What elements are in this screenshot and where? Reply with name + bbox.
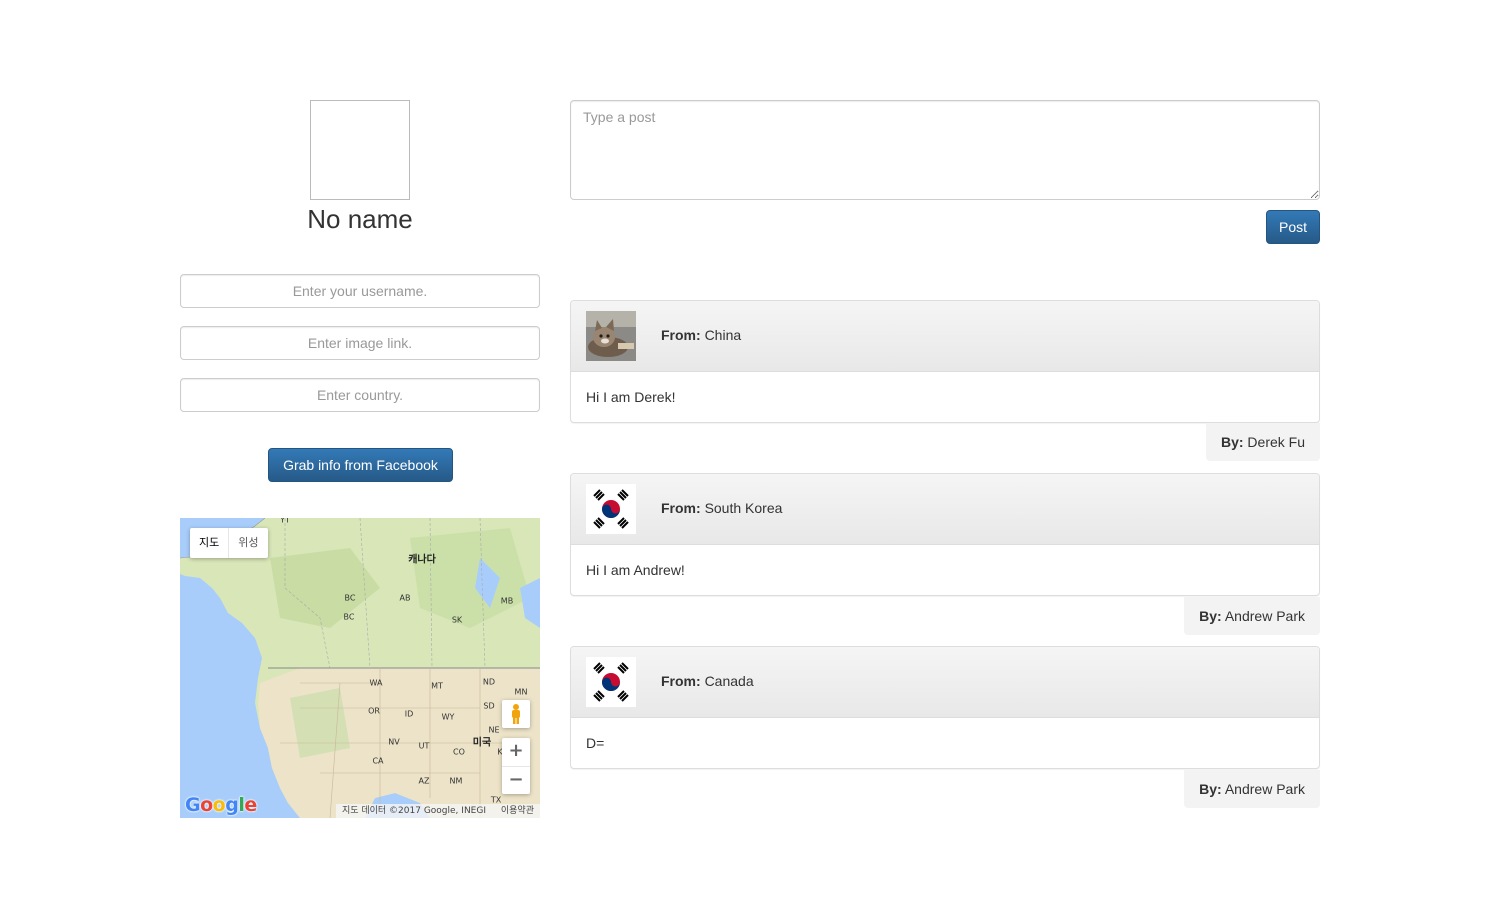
post-from: From: Canada [661,673,754,689]
post-heading: From: Canada [571,647,1319,718]
post-author: By: Derek Fu [1205,423,1320,461]
post-textarea[interactable] [570,100,1320,200]
username-input[interactable] [180,274,540,308]
google-logo: Google [185,794,257,816]
map-label-ut: UT [418,741,430,751]
profile-avatar [310,100,410,200]
post-from: From: South Korea [661,500,783,516]
map-label-co: CO [453,747,465,757]
map-label-nd: ND [482,677,496,687]
map-type-map[interactable]: 지도 [190,528,228,558]
map-terrain [180,518,540,818]
map[interactable]: 지도 위성 YT 캐나다 BC AB MB BC SK WA MT ND MN … [180,518,540,818]
post-heading: From: South Korea [571,474,1319,545]
map-type-control[interactable]: 지도 위성 [190,528,268,558]
map-label-mn: MN [514,687,528,697]
south-korea-flag-thumbnail [586,657,636,707]
map-label-yt: YT [280,518,290,525]
map-label-canada: 캐나다 [408,554,436,566]
post-button[interactable]: Post [1266,210,1320,244]
map-label-mt: MT [431,681,443,691]
south-korea-flag-thumbnail [586,484,636,534]
profile-name: No name [307,204,413,234]
post-from: From: China [661,327,742,343]
post-author: By: Andrew Park [1184,770,1320,808]
map-label-wy: WY [441,712,455,722]
map-label-wa: WA [369,678,383,688]
zoom-in-button[interactable]: + [502,738,530,766]
map-label-ca: CA [372,756,384,766]
post-heading: From: China [571,301,1319,372]
map-label-az: AZ [418,776,430,786]
post-card: From: China Hi I am Derek! [570,300,1320,423]
country-input[interactable] [180,378,540,412]
zoom-control[interactable]: + − [502,738,530,794]
map-label-id: ID [404,709,414,719]
post-card: From: South Korea Hi I am Andrew! [570,473,1320,596]
post-body: Hi I am Derek! [586,389,676,405]
map-label-bc: BC [344,593,356,603]
map-label-sk: SK [451,615,463,625]
pegman-icon[interactable] [502,700,530,728]
map-label-usa: 미국 [472,737,492,749]
map-label-ab: AB [399,593,411,603]
post-body: Hi I am Andrew! [586,562,685,578]
map-terms-link[interactable]: 이용약관 [501,806,534,816]
post-body: D= [586,735,605,751]
post-author: By: Andrew Park [1184,597,1320,635]
map-label-mb: MB [500,596,514,606]
image-link-input[interactable] [180,326,540,360]
map-label-nm: NM [449,776,463,786]
map-label-bc-2: BC [343,612,355,622]
map-attribution: 지도 데이터 ©2017 Google, INEGI 이용약관 [335,804,540,818]
grab-facebook-button[interactable]: Grab info from Facebook [268,448,453,482]
map-label-nv: NV [388,737,400,747]
cat-photo-thumbnail [586,311,636,361]
map-label-sd: SD [483,701,495,711]
map-type-satellite[interactable]: 위성 [228,528,267,558]
map-data-credit: 지도 데이터 ©2017 Google, INEGI [341,806,486,816]
post-card: From: Canada D= [570,646,1320,769]
zoom-out-button[interactable]: − [502,766,530,794]
map-label-or: OR [368,706,380,716]
